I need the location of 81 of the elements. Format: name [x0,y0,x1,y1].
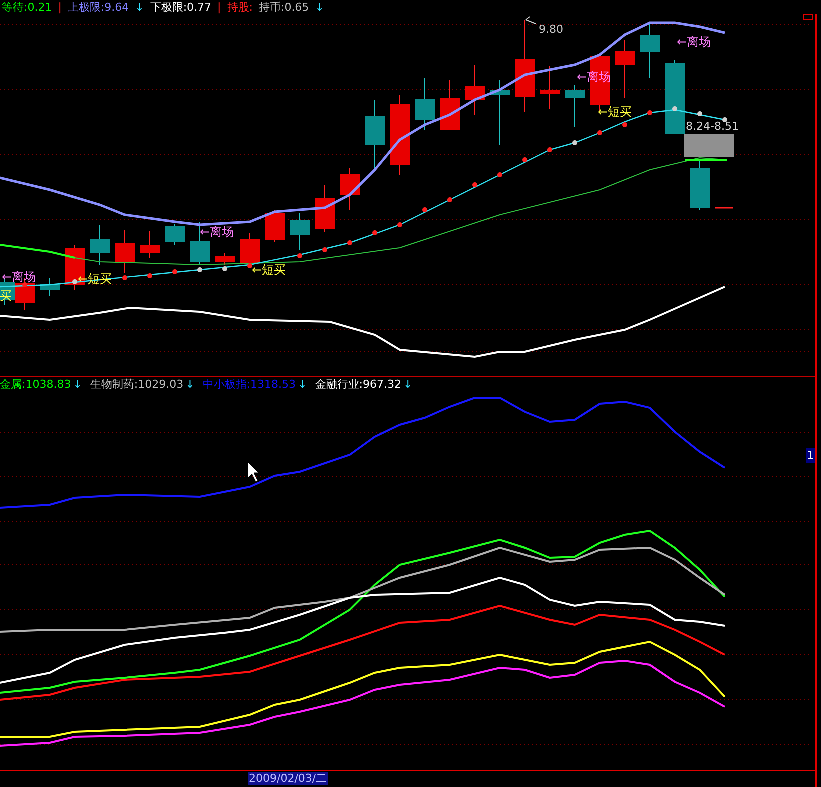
marker-dot [722,118,728,122]
candlestick [615,40,635,98]
arrow-glyph: ↓ [315,2,324,12]
candlestick [490,80,510,146]
high-price-label: 9.80 [539,23,564,36]
candlestick [190,222,210,266]
marker-dot [248,264,252,268]
marker-dot [422,208,428,212]
window-control-icon[interactable] [803,14,813,20]
candlestick [565,84,585,128]
signal-label: ←离场 [200,225,234,239]
mouse-cursor-icon [248,462,260,482]
marker-dot [148,274,152,278]
marker-dot [498,172,502,178]
indicator-value: 持股: [227,2,253,12]
candlestick [240,232,260,266]
candlestick [640,22,660,78]
marker-dot [622,122,628,128]
candlestick [365,100,385,170]
price-range-label: 8.24-8.51 [686,120,739,133]
candlestick [465,64,485,116]
marker-dot [598,130,602,136]
arrow-glyph: ↓ [298,379,308,390]
legend-item: 金属:1038.83 [0,379,72,390]
marker-dot [122,276,128,280]
indicator-value: 等待:0.21 [2,2,52,12]
candlestick [340,168,360,210]
candlestick [40,278,60,296]
signal-label: 买 [0,289,12,303]
candlestick [415,78,435,130]
level-line [685,159,727,161]
arrow-glyph: ↓ [135,2,144,12]
candlestick [690,160,710,210]
candlestick [290,212,310,250]
signal-label: ←短买 [598,105,632,119]
candlestick [265,210,285,242]
legend-item: 生物制药:1029.03 [90,379,184,390]
candlestick [215,252,235,266]
candlestick [315,184,335,232]
indicator-value: 上极限:9.64 [68,2,130,12]
candlestick [440,80,460,130]
arrow-glyph: ↓ [186,379,195,390]
indicator-value: 下极限:0.77 [150,2,212,12]
marker-dot [22,282,28,288]
candlestick [140,230,160,258]
legend-item: 中小板指:1318.53 [202,379,296,390]
legend-item: 金融行业:967.32 [315,379,402,390]
candlestick [165,224,185,246]
marker-dot [672,106,678,112]
marker-dot [572,140,578,146]
separator: | [218,2,222,12]
candlestick [115,230,135,274]
marker-dot [448,198,452,202]
candlestick [715,207,733,209]
marker-dot [472,182,478,188]
marker-dot [372,230,378,236]
marker-dot [548,148,552,152]
date-label: 2009/02/03/二 [248,772,328,785]
indicator-value: 持币:0.65 [258,2,310,12]
marker-dot [72,280,78,284]
signal-label: ←短买 [252,263,286,277]
pointer-mark-icon [526,16,536,24]
marker-dot [198,268,202,272]
marker-dot [172,270,178,274]
marker-dot [398,222,402,228]
signal-label: ←离场 [2,270,36,284]
candlestick [540,66,560,110]
marker-dot [348,240,352,246]
price-range-box [684,134,734,157]
arrow-glyph: ↓ [73,379,82,390]
scale-marker: 1 [806,448,815,463]
marker-dot [648,110,652,116]
marker-dot [322,248,328,252]
candlestick [90,224,110,266]
marker-dot [522,158,528,162]
marker-dot [298,254,302,258]
marker-dot [222,266,228,272]
arrow-glyph: ↓ [403,379,413,390]
marker-dot [698,112,702,116]
signal-label: ←离场 [677,35,712,49]
separator: | [58,2,62,12]
